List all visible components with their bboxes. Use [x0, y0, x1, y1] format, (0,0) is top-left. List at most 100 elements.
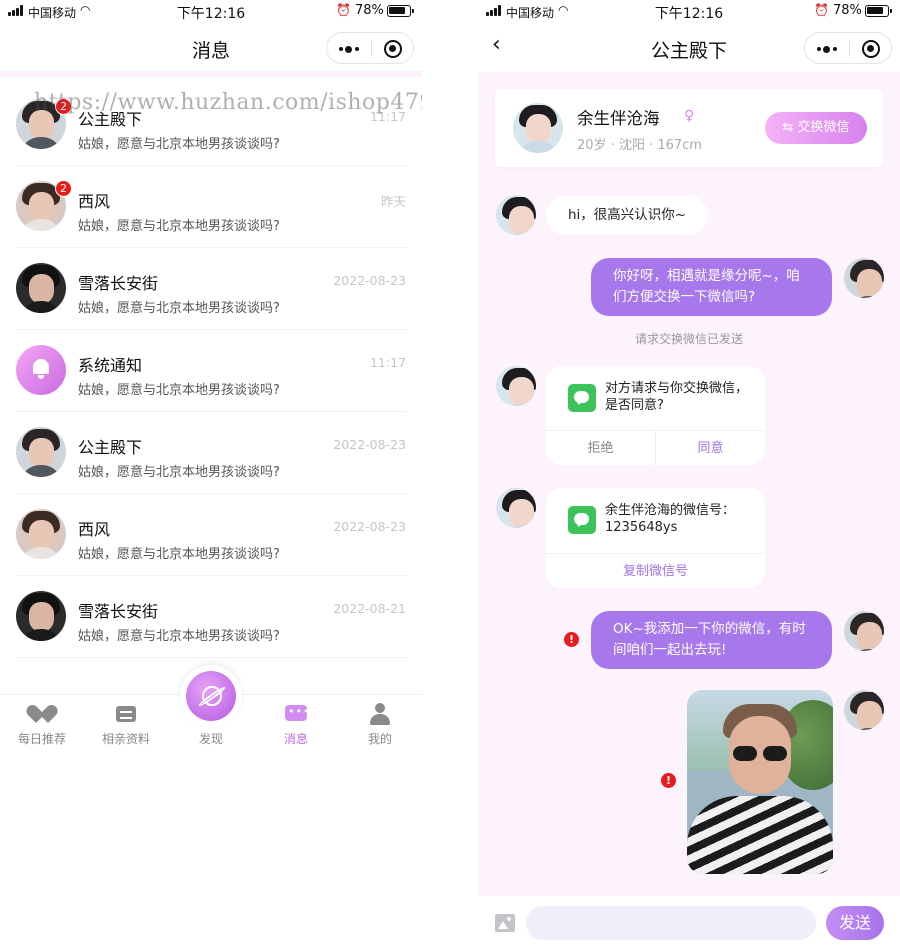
outgoing-message: OK~我添加一下你的微信，有时间咱们一起出去玩! [591, 611, 832, 669]
chat-row[interactable]: 公主殿下 姑娘，愿意与北京本地男孩谈谈吗? 2022-08-23 [16, 412, 406, 494]
avatar [513, 103, 563, 153]
chat-preview: 姑娘，愿意与北京本地男孩谈谈吗? [78, 629, 280, 644]
chat-name: 系统通知 [78, 356, 143, 375]
tab-label: 消息 [283, 732, 308, 746]
bell-icon [31, 357, 51, 379]
profile-name: 余生伴沧海 [577, 109, 660, 128]
exchange-wechat-button[interactable]: ⇆ 交换微信 [765, 112, 867, 144]
wechat-id-text: 余生伴沧海的微信号：1235648ys [605, 503, 736, 535]
nav-bar: 消息 [0, 26, 422, 70]
user-icon [369, 703, 391, 725]
avatar [496, 366, 536, 406]
alarm-icon: ⏰ [336, 3, 351, 17]
incoming-message: hi，很高兴认识你~ [546, 196, 709, 235]
request-text: 对方请求与你交换微信，是否同意? [605, 381, 749, 413]
chat-preview: 姑娘，愿意与北京本地男孩谈谈吗? [78, 465, 280, 480]
send-failed-icon[interactable]: ! [661, 773, 676, 788]
more-icon[interactable] [339, 45, 359, 53]
tab-label: 发现 [198, 732, 223, 746]
avatar [16, 509, 66, 559]
avatar [844, 258, 884, 298]
alarm-icon: ⏰ [814, 3, 829, 17]
screen-gap [422, 0, 478, 951]
battery-icon [387, 5, 414, 17]
more-icon[interactable] [817, 45, 837, 53]
nav-bar: ‹ 公主殿下 [478, 24, 900, 72]
female-icon: ♀ [684, 108, 695, 124]
avatar [16, 427, 66, 477]
discover-button[interactable] [180, 665, 242, 727]
chat-time: 2022-08-23 [333, 273, 406, 288]
chat-preview: 姑娘，愿意与北京本地男孩谈谈吗? [78, 219, 280, 234]
battery-percent: 78% [355, 3, 384, 18]
planet-icon [186, 671, 236, 721]
capsule-divider [371, 41, 372, 57]
close-miniprogram-icon[interactable] [862, 40, 880, 58]
chat-time: 11:17 [369, 355, 406, 370]
chat-row[interactable]: 2 西风 姑娘，愿意与北京本地男孩谈谈吗? 昨天 [16, 166, 406, 248]
chat-row[interactable]: 西风 姑娘，愿意与北京本地男孩谈谈吗? 2022-08-23 [16, 494, 406, 576]
chat-time: 2022-08-21 [333, 601, 406, 616]
status-bar: 中国移动 ◠ 下午12:16 ⏰ 78% [478, 0, 900, 24]
watermark: https://www.huzhan.com/ishop47966 [34, 90, 422, 115]
agree-button[interactable]: 同意 [656, 431, 765, 466]
mini-program-capsule [804, 32, 892, 64]
chat-time: 2022-08-23 [333, 519, 406, 534]
capsule-divider [849, 41, 850, 57]
status-bar: 中国移动 ◠ 下午12:16 ⏰ 78% [0, 0, 422, 24]
chat-row[interactable]: 雪落长安街 姑娘，愿意与北京本地男孩谈谈吗? 2022-08-23 [16, 248, 406, 330]
wechat-id-card: 余生伴沧海的微信号：1235648ys 复制微信号 [546, 488, 765, 588]
system-avatar [16, 345, 66, 395]
system-note: 请求交换微信已发送 [634, 332, 743, 346]
avatar [16, 263, 66, 313]
heart-icon [31, 703, 53, 725]
tab-mine[interactable]: 我的 [338, 703, 422, 747]
header-divider [0, 71, 422, 77]
chat-name: 雪落长安街 [78, 602, 159, 621]
tab-profiles[interactable]: 相亲资料 [84, 703, 168, 747]
wechat-icon [568, 384, 596, 412]
tab-label: 相亲资料 [101, 732, 150, 746]
sunglasses [733, 746, 789, 762]
chat-row[interactable]: 系统通知 姑娘，愿意与北京本地男孩谈谈吗? 11:17 [16, 330, 406, 412]
chat-preview: 姑娘，愿意与北京本地男孩谈谈吗? [78, 301, 280, 316]
chat-list: 2 公主殿下 姑娘，愿意与北京本地男孩谈谈吗? 11:17 2 西风 姑娘，愿意… [0, 84, 422, 658]
battery-icon [865, 5, 892, 17]
unread-badge: 2 [55, 180, 72, 197]
chat-name: 雪落长安街 [78, 274, 159, 293]
avatar [844, 611, 884, 651]
tab-label: 我的 [367, 732, 392, 746]
tab-label: 每日推荐 [17, 732, 66, 746]
input-bar: 发送 [478, 896, 900, 951]
tab-daily-recommend[interactable]: 每日推荐 [0, 703, 84, 747]
photo-message[interactable] [687, 690, 833, 874]
avatar [496, 195, 536, 235]
chat-icon [285, 703, 310, 725]
chat-time: 昨天 [380, 194, 406, 209]
messages-screen: 中国移动 ◠ 下午12:16 ⏰ 78% 消息 2 公主殿下 姑娘，愿意与北京本… [0, 0, 422, 951]
battery-percent: 78% [833, 3, 862, 18]
mini-program-capsule [326, 32, 414, 64]
copy-wechat-button[interactable]: 复制微信号 [546, 554, 765, 589]
profile-card[interactable]: 余生伴沧海 ♀ 20岁 · 沈阳 · 167cm ⇆ 交换微信 [495, 89, 883, 167]
image-picker-icon[interactable] [495, 914, 515, 932]
chat-row[interactable]: 雪落长安街 姑娘，愿意与北京本地男孩谈谈吗? 2022-08-21 [16, 576, 406, 658]
chat-name: 公主殿下 [78, 438, 143, 457]
close-miniprogram-icon[interactable] [384, 40, 402, 58]
card-actions: 复制微信号 [546, 553, 765, 588]
send-button[interactable]: 发送 [826, 906, 884, 940]
outgoing-message: 你好呀，相遇就是缘分呢~，咱们方便交换一下微信吗? [591, 258, 832, 316]
chat-preview: 姑娘，愿意与北京本地男孩谈谈吗? [78, 137, 280, 152]
message-input[interactable] [526, 906, 816, 940]
profile-card-icon [115, 703, 137, 725]
chat-preview: 姑娘，愿意与北京本地男孩谈谈吗? [78, 547, 280, 562]
chat-name: 西风 [78, 520, 111, 539]
chat-name: 西风 [78, 192, 111, 211]
chat-screen: 中国移动 ◠ 下午12:16 ⏰ 78% ‹ 公主殿下 余生伴沧海 ♀ 20岁 … [478, 0, 900, 951]
send-failed-icon[interactable]: ! [564, 632, 579, 647]
chat-preview: 姑娘，愿意与北京本地男孩谈谈吗? [78, 383, 280, 398]
tab-messages[interactable]: 消息 [254, 703, 338, 747]
chat-time: 2022-08-23 [333, 437, 406, 452]
tab-bar: 每日推荐 相亲资料 发现 消息 我的 [0, 665, 422, 752]
reject-button[interactable]: 拒绝 [546, 431, 655, 466]
